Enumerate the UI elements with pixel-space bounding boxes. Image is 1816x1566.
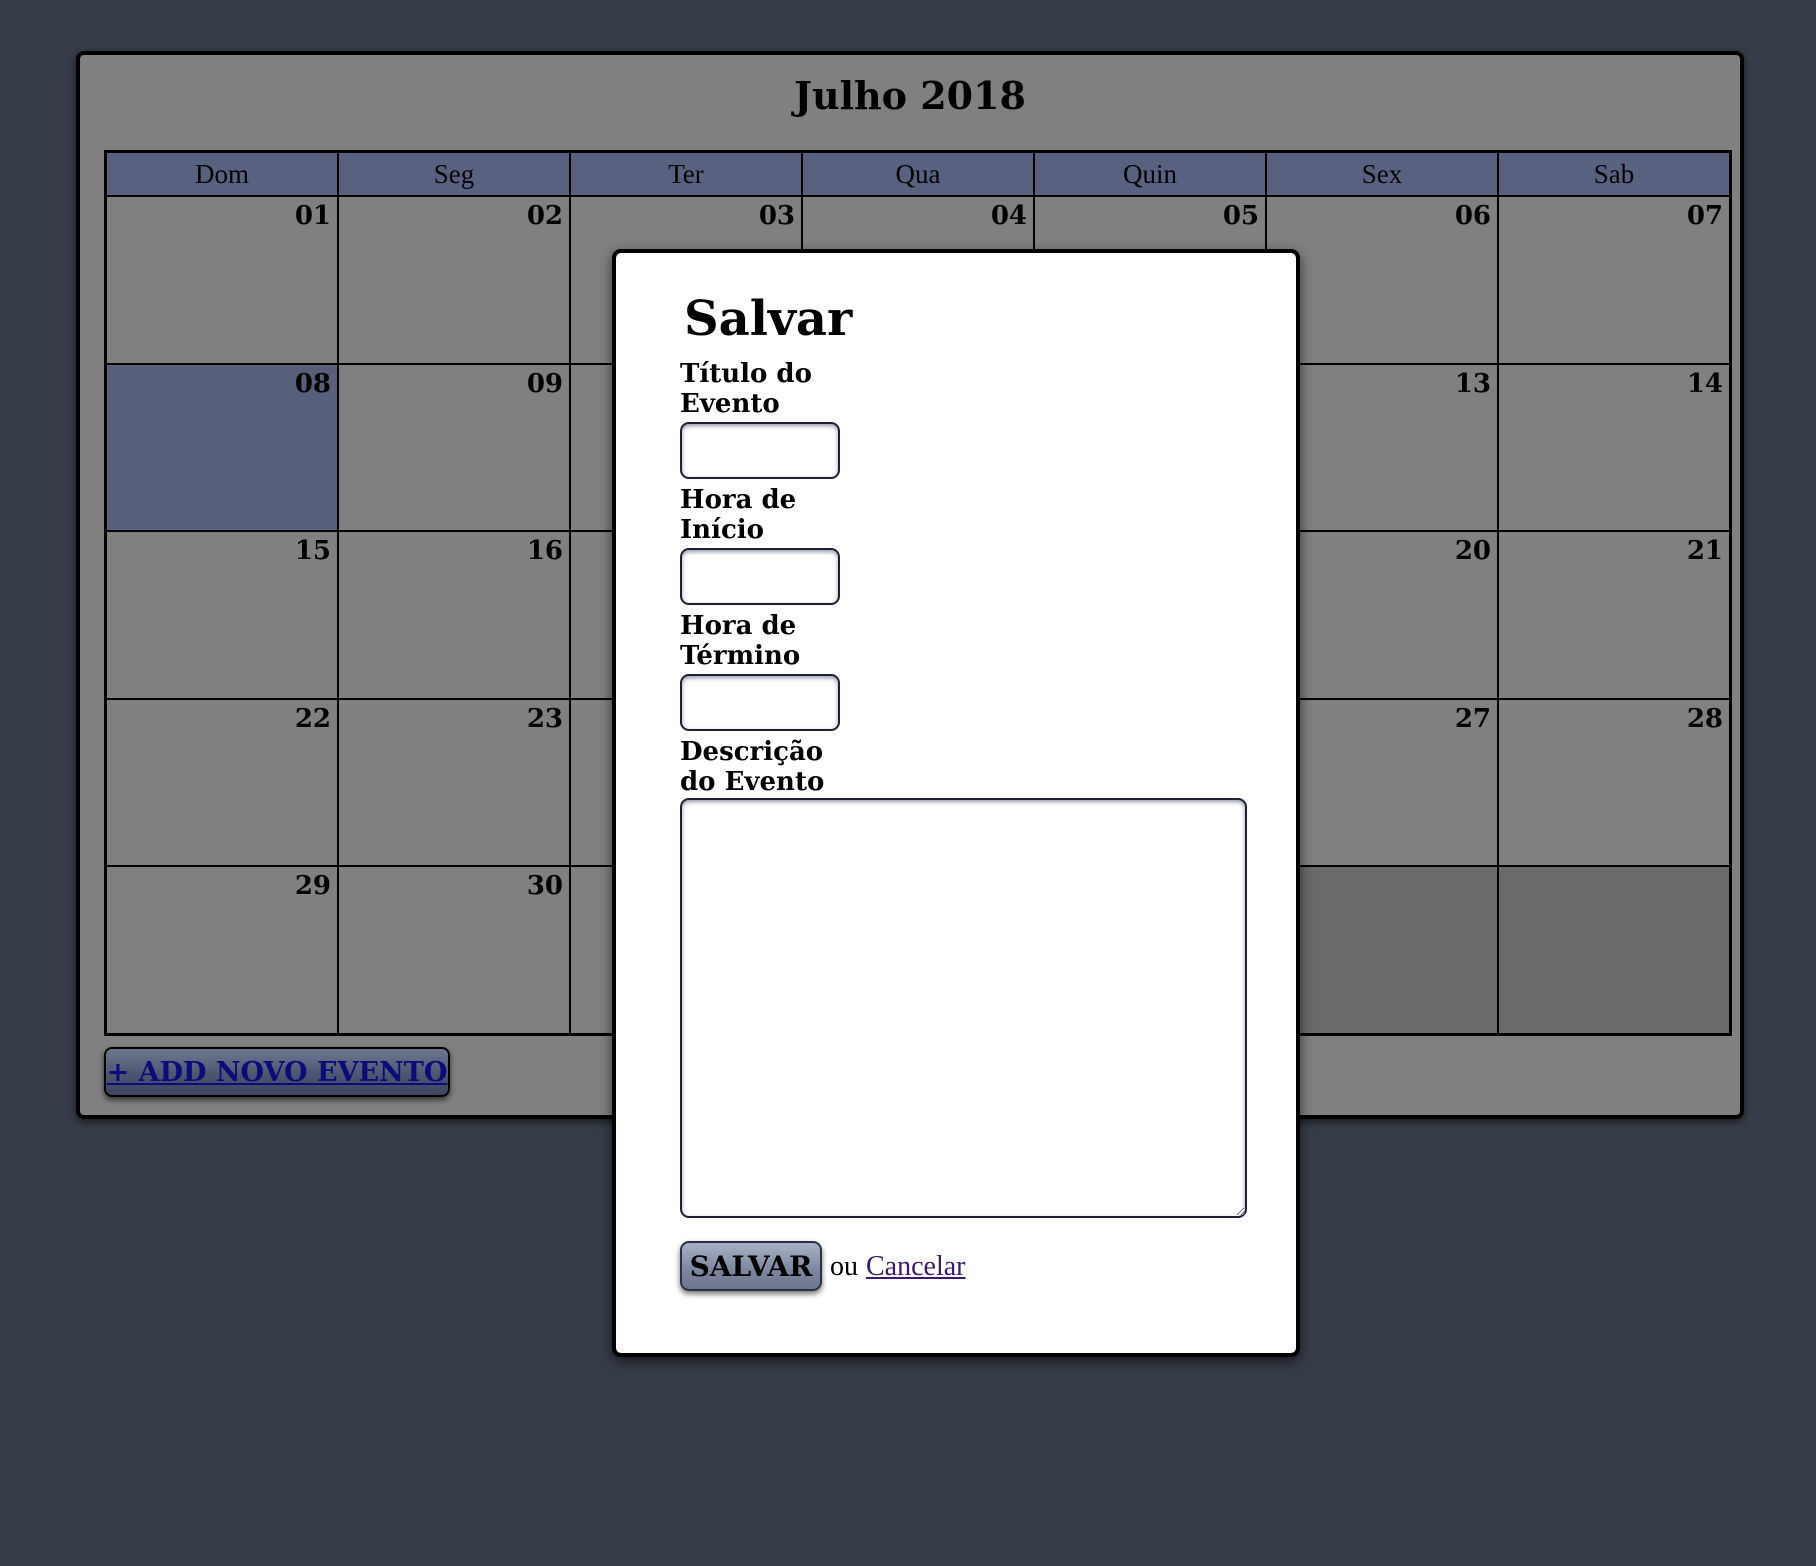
day-cell-28[interactable]: 28 [1498,698,1730,867]
start-time-input[interactable] [680,548,840,605]
day-number: 14 [1686,368,1723,399]
weekday-header: Ter [570,152,802,196]
start-time-label: Hora de Início [680,485,797,545]
day-cell-01[interactable]: 01 [106,196,338,364]
day-number: 07 [1686,201,1723,231]
cancel-link[interactable]: Cancelar [866,1251,966,1283]
day-number: 05 [1222,201,1259,231]
description-textarea[interactable] [680,798,1247,1218]
day-cell-21[interactable]: 21 [1498,531,1730,699]
calendar-title: Julho 2018 [793,73,1026,118]
or-text: ou [830,1251,858,1282]
day-cell-16[interactable]: 16 [338,531,570,699]
day-cell-14[interactable]: 14 [1498,363,1730,532]
end-time-input[interactable] [680,674,840,731]
add-event-button[interactable]: + ADD NOVO EVENTO [104,1047,450,1097]
day-cell-empty [1266,866,1498,1034]
description-label: Descrição do Evento [680,737,825,797]
day-cell-06[interactable]: 06 [1266,196,1498,364]
day-cell-15[interactable]: 15 [106,531,338,699]
day-cell-23[interactable]: 23 [338,698,570,867]
day-cell-13[interactable]: 13 [1266,363,1498,532]
day-cell-empty [1498,866,1730,1034]
day-number: 29 [294,871,331,902]
day-number: 16 [526,536,563,567]
day-number: 23 [526,703,563,734]
day-number: 03 [758,201,795,231]
day-number: 27 [1454,703,1491,734]
day-cell-20[interactable]: 20 [1266,531,1498,699]
day-number: 04 [990,201,1027,231]
day-number: 06 [1454,201,1491,231]
weekday-header: Qua [802,152,1034,196]
event-title-label: Título do Evento [680,359,812,419]
day-cell-29[interactable]: 29 [106,866,338,1034]
day-cell-08[interactable]: 08 [106,363,338,532]
day-cell-07[interactable]: 07 [1498,196,1730,364]
modal-title: Salvar [684,291,853,347]
event-title-input[interactable] [680,422,840,479]
day-number: 09 [526,368,563,399]
day-number: 22 [294,703,331,734]
day-number: 28 [1686,703,1723,734]
day-cell-30[interactable]: 30 [338,866,570,1034]
weekday-header: Sex [1266,152,1498,196]
day-number: 15 [294,536,331,567]
day-number: 02 [526,201,563,231]
weekday-header: Quin [1034,152,1266,196]
day-number: 20 [1454,536,1491,567]
day-number: 08 [294,368,331,399]
weekday-header: Dom [106,152,338,196]
day-cell-02[interactable]: 02 [338,196,570,364]
day-number: 13 [1454,368,1491,399]
weekday-header: Sab [1498,152,1730,196]
save-button[interactable]: SALVAR [680,1241,822,1291]
event-modal: Salvar Título do Evento Hora de Início H… [612,249,1300,1357]
day-number: 01 [294,201,331,231]
end-time-label: Hora de Término [680,611,801,671]
day-number: 30 [526,871,563,902]
day-cell-22[interactable]: 22 [106,698,338,867]
day-number: 21 [1686,536,1723,567]
day-cell-27[interactable]: 27 [1266,698,1498,867]
day-cell-09[interactable]: 09 [338,363,570,532]
weekday-header: Seg [338,152,570,196]
